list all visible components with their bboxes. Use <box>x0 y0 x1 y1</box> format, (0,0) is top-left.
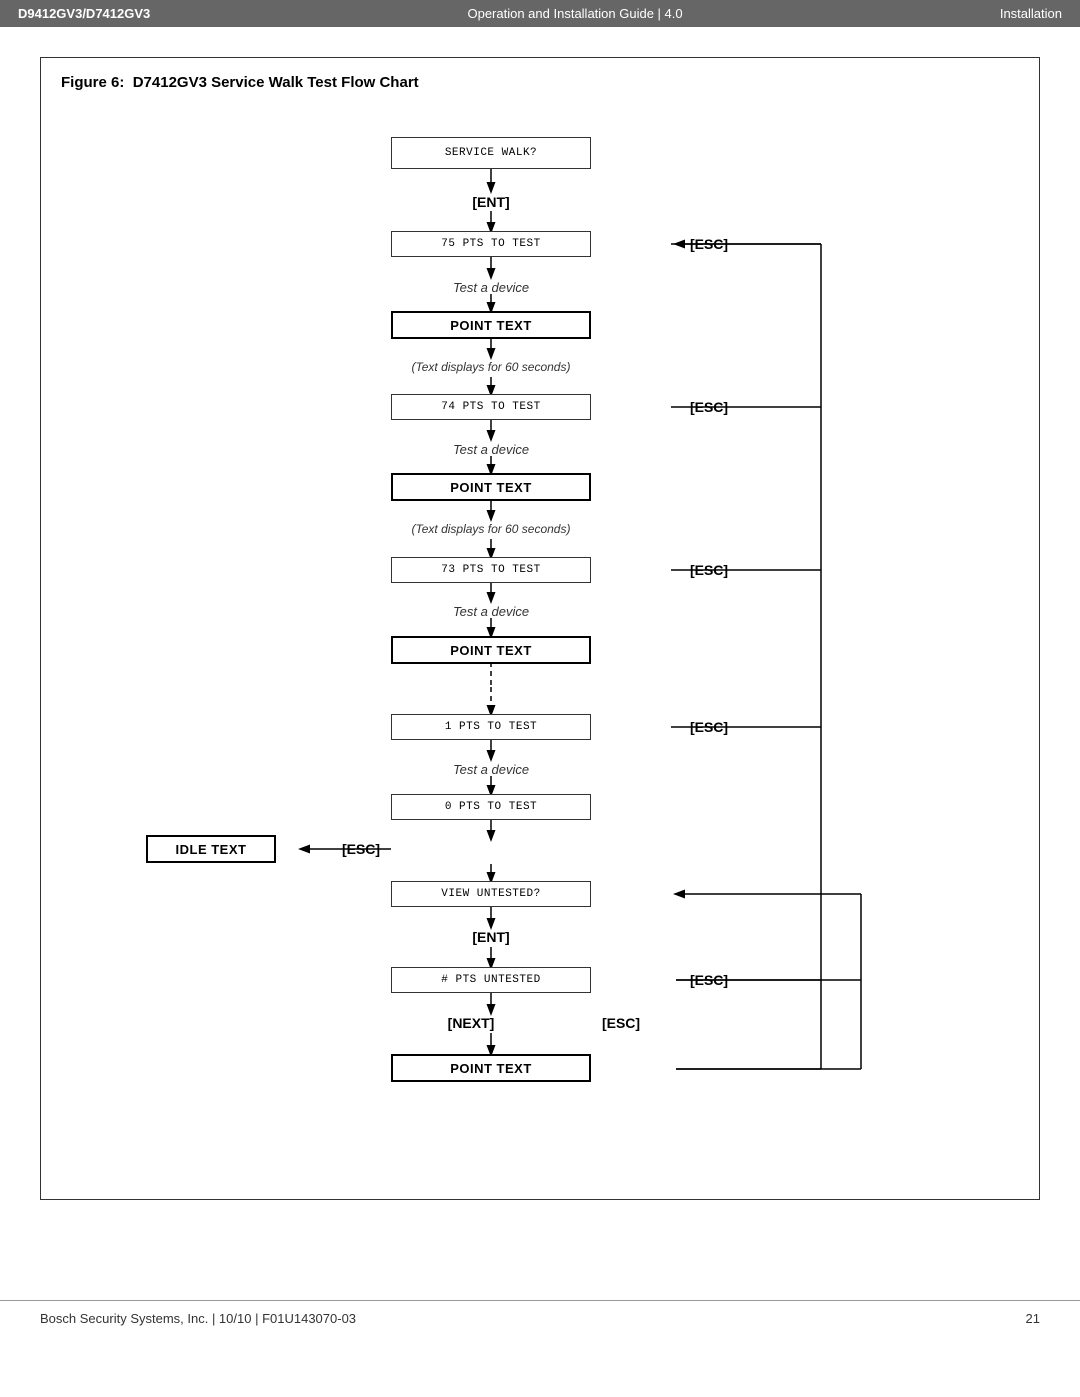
node-pts1: 1 PTS TO TEST <box>391 714 591 740</box>
node-esc6: [ESC] <box>679 967 739 993</box>
node-test-device4: Test a device <box>421 759 561 779</box>
footer: Bosch Security Systems, Inc. | 10/10 | F… <box>0 1300 1080 1336</box>
node-idle-text: IDLE TEXT <box>146 835 276 863</box>
node-esc5: [ESC] <box>331 835 391 863</box>
node-pts73: 73 PTS TO TEST <box>391 557 591 583</box>
node-pts75: 75 PTS TO TEST <box>391 231 591 257</box>
header-title: D9412GV3/D7412GV3 <box>18 6 150 21</box>
node-esc3: [ESC] <box>679 557 739 583</box>
node-next: [NEXT] <box>431 1013 511 1033</box>
node-text60s2: (Text displays for 60 seconds) <box>356 519 626 539</box>
node-ent1: [ENT] <box>441 192 541 212</box>
node-ent2: [ENT] <box>441 927 541 947</box>
node-test-device3: Test a device <box>421 601 561 621</box>
node-esc4: [ESC] <box>679 714 739 740</box>
figure-box: Figure 6: D7412GV3 Service Walk Test Flo… <box>40 57 1040 1200</box>
figure-number: 6: <box>111 74 124 91</box>
figure-title-text: D7412GV3 Service Walk Test Flow Chart <box>133 74 419 91</box>
node-point-text1: POINT TEXT <box>391 311 591 339</box>
main-content: Figure 6: D7412GV3 Service Walk Test Flo… <box>0 27 1080 1280</box>
node-text60s1: (Text displays for 60 seconds) <box>356 357 626 377</box>
node-pts74: 74 PTS TO TEST <box>391 394 591 420</box>
node-view-untested: VIEW UNTESTED? <box>391 881 591 907</box>
header-section: Installation <box>1000 6 1062 21</box>
node-esc7: [ESC] <box>581 1013 661 1033</box>
node-esc1: [ESC] <box>679 231 739 257</box>
node-test-device1: Test a device <box>421 277 561 297</box>
node-point-text-final: POINT TEXT <box>391 1054 591 1082</box>
header-subtitle: Operation and Installation Guide | 4.0 <box>467 6 682 21</box>
node-pts0: 0 PTS TO TEST <box>391 794 591 820</box>
node-point-text3: POINT TEXT <box>391 636 591 664</box>
header-bar: D9412GV3/D7412GV3 Operation and Installa… <box>0 0 1080 27</box>
flowchart: SERVICE WALK? [ENT] 75 PTS TO TEST [ESC]… <box>61 109 1019 1179</box>
node-point-text2: POINT TEXT <box>391 473 591 501</box>
footer-left: Bosch Security Systems, Inc. | 10/10 | F… <box>40 1311 356 1326</box>
node-service-walk: SERVICE WALK? <box>391 137 591 169</box>
node-esc2: [ESC] <box>679 394 739 420</box>
node-test-device2: Test a device <box>421 439 561 459</box>
node-pts-untested: # PTS UNTESTED <box>391 967 591 993</box>
figure-title: Figure 6: D7412GV3 Service Walk Test Flo… <box>61 74 1019 91</box>
footer-right: 21 <box>1026 1311 1040 1326</box>
